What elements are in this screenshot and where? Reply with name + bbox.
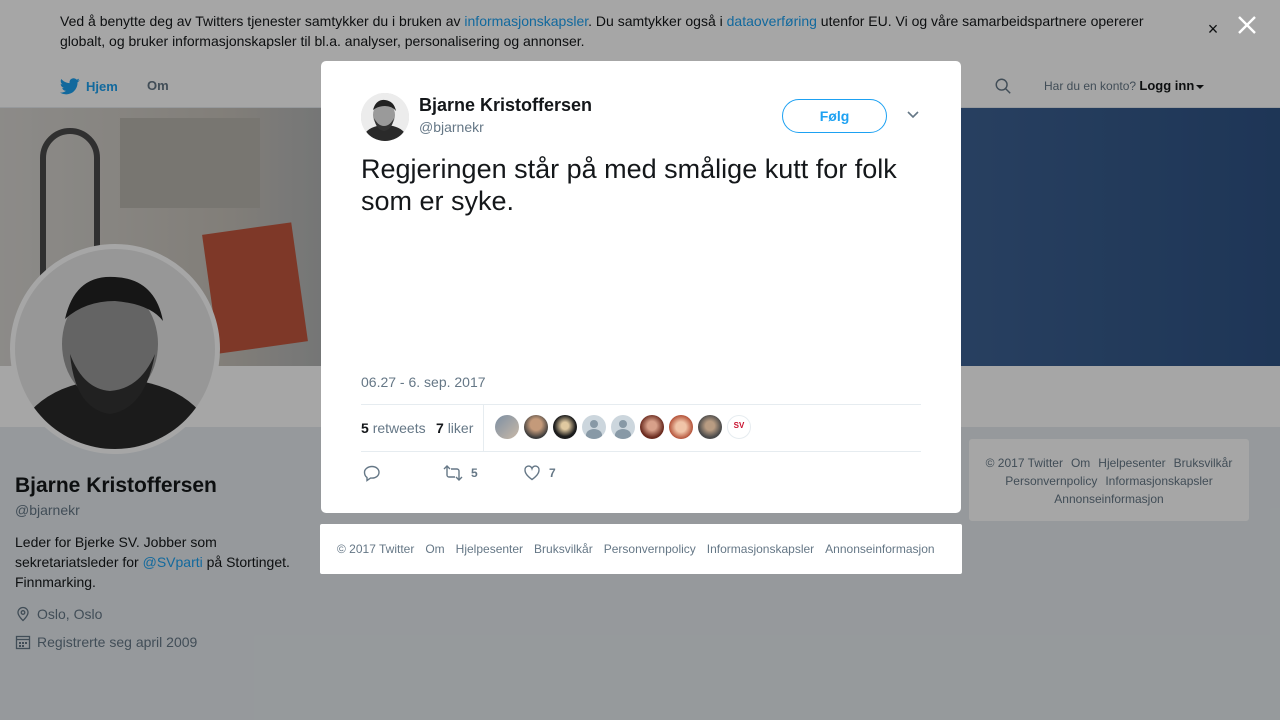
retweets-label: retweets: [372, 420, 426, 436]
chevron-down-icon[interactable]: [905, 109, 921, 121]
modal-footer: © 2017 Twitter Om Hjelpesenter Bruksvilk…: [320, 524, 962, 574]
footer-link[interactable]: © 2017 Twitter: [337, 542, 414, 556]
tweet-author-avatar[interactable]: [361, 93, 409, 141]
reply-button[interactable]: [363, 464, 381, 482]
tweet-modal: Bjarne Kristoffersen @bjarnekr Følg Regj…: [321, 61, 961, 513]
engager-avatar[interactable]: [495, 415, 519, 439]
footer-link[interactable]: Annonseinformasjon: [825, 542, 934, 556]
engager-avatars: SV: [495, 415, 751, 439]
tweet-author-name[interactable]: Bjarne Kristoffersen: [419, 95, 592, 116]
footer-link[interactable]: Om: [425, 542, 444, 556]
engager-avatar[interactable]: [640, 415, 664, 439]
retweets-stat[interactable]: 5 retweets: [361, 420, 426, 436]
retweet-button[interactable]: 5: [443, 464, 478, 482]
tweet-timestamp[interactable]: 06.27 - 6. sep. 2017: [361, 374, 486, 390]
tweet-actions: 5 7: [361, 462, 921, 486]
tweet-text: Regjeringen står på med smålige kutt for…: [361, 154, 897, 216]
engager-avatar[interactable]: [669, 415, 693, 439]
engager-avatar[interactable]: [524, 415, 548, 439]
engager-avatar[interactable]: [553, 415, 577, 439]
footer-link[interactable]: Informasjonskapsler: [707, 542, 814, 556]
retweets-count: 5: [361, 420, 369, 436]
engager-avatar-default[interactable]: [582, 415, 606, 439]
tweet-author-handle[interactable]: @bjarnekr: [419, 119, 484, 135]
follow-button[interactable]: Følg: [782, 99, 887, 133]
close-icon[interactable]: [1234, 12, 1260, 38]
author-photo: [361, 93, 409, 141]
sv-logo-avatar[interactable]: SV: [727, 415, 751, 439]
likes-stat[interactable]: 7 liker: [436, 420, 473, 436]
engager-avatar[interactable]: [698, 415, 722, 439]
likes-label: liker: [447, 420, 474, 436]
like-button[interactable]: 7: [523, 464, 556, 482]
like-count: 7: [549, 466, 556, 480]
stats-divider: [483, 405, 484, 451]
likes-count: 7: [436, 420, 444, 436]
heart-icon: [524, 465, 540, 481]
engager-avatar-default[interactable]: [611, 415, 635, 439]
reply-icon: [363, 465, 380, 482]
footer-link[interactable]: Hjelpesenter: [456, 542, 523, 556]
footer-link[interactable]: Personvernpolicy: [604, 542, 696, 556]
footer-link[interactable]: Bruksvilkår: [534, 542, 593, 556]
retweet-icon: [443, 465, 463, 481]
retweet-count: 5: [471, 466, 478, 480]
tweet-stats: 5 retweets 7 liker SV: [361, 404, 921, 452]
